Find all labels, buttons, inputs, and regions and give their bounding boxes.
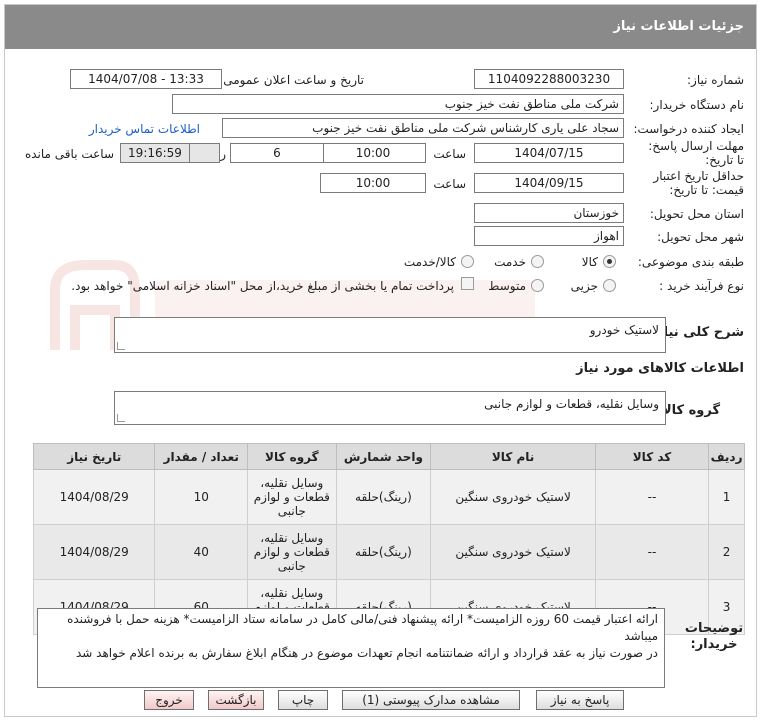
city-field: اهواز: [474, 226, 624, 246]
category-option-goods: کالا: [581, 255, 598, 269]
process-option-minor: جزیی: [570, 279, 598, 293]
goods-group-field: وسایل نقلیه، قطعات و لوازم جانبی: [114, 391, 666, 425]
resize-grip-icon: [117, 414, 125, 422]
validity-time-field: 10:00: [320, 173, 426, 193]
buyer-notes-text: ارائه اعتبار قیمت 60 روزه الزامیست* ارائ…: [67, 612, 658, 660]
exit-button[interactable]: خروج: [144, 690, 194, 710]
col-unit: واحد شمارش: [335, 443, 432, 470]
requester-label: ایجاد کننده درخواست:: [633, 122, 744, 136]
cell-date: 1404/08/29: [32, 524, 156, 580]
cell-row: 2: [708, 524, 745, 580]
table-row: 2 -- لاستیک خودروی سنگین (رینگ)حلقه وسای…: [32, 524, 745, 580]
days-field: 6: [230, 143, 324, 163]
process-radio-medium[interactable]: [531, 279, 544, 292]
province-label: استان محل تحویل:: [649, 207, 744, 221]
description-text: لاستیک خودرو: [589, 323, 659, 337]
cell-name: لاستیک خودروی سنگین: [430, 524, 596, 580]
cell-row: 1: [708, 469, 745, 525]
reply-deadline-label: مهلت ارسال پاسخ: تا تاریخ:: [648, 139, 744, 167]
remaining-time-field: 19:16:59: [120, 143, 190, 163]
cell-unit: (رینگ)حلقه: [335, 524, 432, 580]
requester-field: سجاد علی یاری کارشناس شرکت ملی مناطق نفت…: [222, 118, 624, 138]
reply-date-field: 1404/07/15: [474, 143, 624, 163]
attachments-button[interactable]: مشاهده مدارک پیوستی (1): [342, 690, 520, 710]
announce-label: تاریخ و ساعت اعلان عمومی:: [219, 73, 364, 87]
description-field: لاستیک خودرو: [114, 317, 666, 353]
category-label: طبقه بندی موضوعی:: [637, 255, 744, 269]
resize-grip-icon: [117, 342, 125, 350]
cell-name: لاستیک خودروی سنگین: [430, 469, 596, 525]
reply-time-label: ساعت: [433, 147, 466, 161]
validity-label: حداقل تاریخ اعتبار قیمت: تا تاریخ:: [653, 169, 744, 197]
buyer-contact-link[interactable]: اطلاعات تماس خریدار: [89, 122, 200, 136]
announce-field: 1404/07/08 - 13:33: [70, 69, 222, 89]
category-option-goods-service: کالا/خدمت: [403, 255, 456, 269]
category-option-service: خدمت: [494, 255, 526, 269]
process-option-medium: متوسط: [488, 279, 526, 293]
print-button[interactable]: چاپ: [278, 690, 328, 710]
validity-date-field: 1404/09/15: [474, 173, 624, 193]
need-number-field: 1104092288003230: [474, 69, 624, 89]
category-radio-goods[interactable]: [603, 255, 616, 268]
col-group: گروه کالا: [247, 443, 337, 470]
buyer-org-label: نام دستگاه خریدار:: [649, 98, 745, 112]
col-date: تاریخ نیاز: [32, 443, 156, 470]
goods-group-text: وسایل نقلیه، قطعات و لوازم جانبی: [484, 397, 659, 411]
cell-group: وسایل نقلیه، قطعات و لوازم جانبی: [247, 524, 337, 580]
col-qty: تعداد / مقدار: [154, 443, 249, 470]
col-name: نام کالا: [430, 443, 596, 470]
goods-group-label: گروه کالا:: [656, 403, 720, 418]
back-button[interactable]: بازگشت: [208, 690, 264, 710]
cell-date: 1404/08/29: [32, 469, 156, 525]
reply-button[interactable]: پاسخ به نیاز: [536, 690, 624, 710]
process-label: نوع فرآیند خرید :: [659, 279, 744, 293]
notes-label: توضیحات خریدار:: [684, 621, 744, 652]
cell-qty: 40: [154, 524, 249, 580]
treasury-checkbox[interactable]: [461, 277, 474, 290]
category-radio-service[interactable]: [531, 255, 544, 268]
page-title: جزئیات اطلاعات نیاز: [5, 5, 756, 49]
table-header-row: ردیف کد کالا نام کالا واحد شمارش گروه کا…: [32, 443, 745, 470]
details-window: جزئیات اطلاعات نیاز شماره نیاز: 11040922…: [4, 4, 757, 717]
col-row: ردیف: [708, 443, 745, 470]
cell-qty: 10: [154, 469, 249, 525]
buyer-notes-field: ارائه اعتبار قیمت 60 روزه الزامیست* ارائ…: [37, 608, 665, 688]
cell-group: وسایل نقلیه، قطعات و لوازم جانبی: [247, 469, 337, 525]
cell-code: --: [594, 469, 710, 525]
treasury-note: پرداخت تمام یا بخشی از مبلغ خرید،از محل …: [71, 279, 454, 293]
process-radio-minor[interactable]: [603, 279, 616, 292]
reply-time-field: 10:00: [320, 143, 426, 163]
table-row: 1 -- لاستیک خودروی سنگین (رینگ)حلقه وسای…: [32, 469, 745, 525]
validity-time-label: ساعت: [433, 177, 466, 191]
category-radio-goods-service[interactable]: [461, 255, 474, 268]
items-table: ردیف کد کالا نام کالا واحد شمارش گروه کا…: [32, 443, 745, 635]
buyer-org-field: شرکت ملی مناطق نفت خیز جنوب: [172, 94, 624, 114]
cell-code: --: [594, 524, 710, 580]
col-code: کد کالا: [594, 443, 710, 470]
remaining-label: ساعت باقی مانده: [24, 147, 114, 161]
province-field: خوزستان: [474, 203, 624, 223]
goods-info-title: اطلاعات کالاهای مورد نیاز: [576, 361, 744, 376]
need-number-label: شماره نیاز:: [687, 73, 744, 87]
cell-unit: (رینگ)حلقه: [335, 469, 432, 525]
city-label: شهر محل تحویل:: [657, 230, 744, 244]
